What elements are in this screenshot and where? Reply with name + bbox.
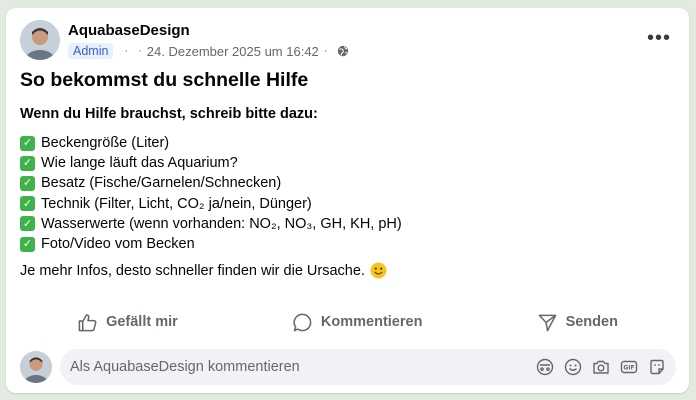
comment-input[interactable] xyxy=(70,359,536,375)
check-mark-icon: ✓ xyxy=(20,155,35,171)
thumbs-up-icon xyxy=(78,313,97,331)
post-actions: Gefällt mir Kommentieren Senden xyxy=(20,306,675,338)
checklist-item-text: Beckengröße (Liter) xyxy=(41,135,170,151)
post-meta: Admin · · 24. Dezember 2025 um 16:42 · xyxy=(68,42,349,60)
checklist-item-text: Wasserwerte (wenn vorhanden: NO₂, NO₃, G… xyxy=(41,215,402,232)
post-outro: Je mehr Infos, desto schneller finden wi… xyxy=(20,262,670,279)
role-badge[interactable]: Admin xyxy=(68,43,114,59)
comment-composer: GIF xyxy=(60,349,676,385)
meta-separator: · xyxy=(323,45,328,57)
commenter-avatar[interactable] xyxy=(20,351,52,383)
camera-icon[interactable] xyxy=(592,358,610,376)
comment-label: Kommentieren xyxy=(320,314,423,330)
checklist-item-text: Technik (Filter, Licht, CO₂ ja/nein, Dün… xyxy=(41,195,312,212)
send-label: Senden xyxy=(565,314,618,330)
post-body: Wenn du Hilfe brauchst, schreib bitte da… xyxy=(20,106,670,279)
send-icon xyxy=(538,314,556,331)
globe-icon[interactable] xyxy=(337,45,349,57)
like-button[interactable]: Gefällt mir xyxy=(77,312,178,333)
meta-separator: · xyxy=(124,45,129,57)
author-avatar[interactable] xyxy=(20,20,60,60)
checklist-item: ✓ Wie lange läuft das Aquarium? xyxy=(20,153,670,173)
emoji-icon[interactable] xyxy=(564,358,582,376)
avatar-sticker-icon[interactable] xyxy=(536,358,554,376)
gif-icon[interactable]: GIF xyxy=(620,358,638,376)
checklist-item: ✓ Foto/Video vom Becken xyxy=(20,234,670,254)
post-intro: Wenn du Hilfe brauchst, schreib bitte da… xyxy=(20,106,318,122)
meta-separator: · xyxy=(138,45,142,57)
checklist-item-text: Wie lange läuft das Aquarium? xyxy=(41,155,238,172)
post-outro-text: Je mehr Infos, desto schneller finden wi… xyxy=(20,262,365,279)
check-mark-icon: ✓ xyxy=(20,175,35,191)
post-timestamp[interactable]: 24. Dezember 2025 um 16:42 xyxy=(147,44,319,59)
composer-icons: GIF xyxy=(536,358,676,376)
check-mark-icon: ✓ xyxy=(20,236,35,252)
check-mark-icon: ✓ xyxy=(20,196,35,212)
checklist-item: ✓ Technik (Filter, Licht, CO₂ ja/nein, Dü… xyxy=(20,194,670,214)
sticker-icon[interactable] xyxy=(648,358,666,376)
check-mark-icon: ✓ xyxy=(20,135,35,151)
comment-button[interactable]: Kommentieren xyxy=(292,312,423,333)
checklist-item: ✓ Wasserwerte (wenn vorhanden: NO₂, NO₃, … xyxy=(20,214,670,234)
post-title: So bekommst du schnelle Hilfe xyxy=(20,69,309,91)
post-card: AquabaseDesign Admin · · 24. Dezember 20… xyxy=(6,8,689,393)
more-options-icon[interactable]: ••• xyxy=(643,26,675,50)
smiley-emoji-icon xyxy=(370,262,387,279)
check-mark-icon: ✓ xyxy=(20,216,35,232)
checklist-item-text: Foto/Video vom Becken xyxy=(41,235,195,252)
checklist-item: ✓ Beckengröße (Liter) xyxy=(20,133,670,153)
send-button[interactable]: Senden xyxy=(537,312,618,333)
svg-text:GIF: GIF xyxy=(623,365,634,372)
checklist-item-text: Besatz (Fische/Garnelen/Schnecken) xyxy=(41,175,282,192)
avatar-image xyxy=(20,20,60,60)
like-label: Gefällt mir xyxy=(106,314,178,330)
avatar-image xyxy=(20,351,52,383)
comment-bubble-icon xyxy=(293,313,312,331)
checklist: ✓ Beckengröße (Liter) ✓ Wie lange läuft da… xyxy=(20,133,670,254)
author-name[interactable]: AquabaseDesign xyxy=(68,22,190,39)
checklist-item: ✓ Besatz (Fische/Garnelen/Schnecken) xyxy=(20,173,670,193)
